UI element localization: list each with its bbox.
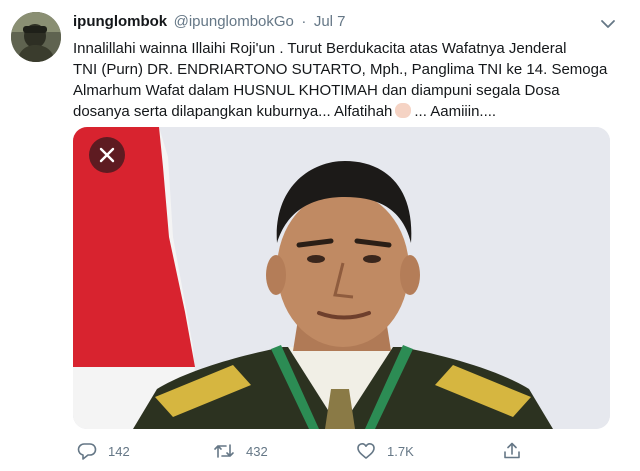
display-name[interactable]: ipunglombok bbox=[73, 13, 167, 30]
reply-icon bbox=[77, 443, 97, 460]
tweet-text-segment: ... Aamiiin.... bbox=[414, 103, 497, 120]
portrait-photo bbox=[73, 127, 610, 429]
close-icon bbox=[99, 147, 115, 163]
retweet-button[interactable]: 432 bbox=[213, 438, 268, 464]
share-icon bbox=[504, 442, 520, 459]
tweet-card[interactable]: ipunglombok @ipunglombokGo · Jul 7 Innal… bbox=[0, 0, 640, 471]
more-options-chevron-icon[interactable] bbox=[598, 15, 618, 33]
reply-count: 142 bbox=[108, 443, 130, 459]
tweet-text: Innalillahi wainna Illaihi Roji'un . Tur… bbox=[73, 38, 618, 122]
user-handle[interactable]: @ipunglombokGo bbox=[174, 13, 294, 30]
share-button[interactable] bbox=[502, 438, 522, 464]
like-count: 1.7K bbox=[387, 443, 414, 459]
tweet-text-line: TNI (Purn) DR. ENDRIARTONO SUTARTO, Mph.… bbox=[73, 61, 608, 78]
tweet-text-line: dosanya serta dilapangkan kuburnya... Al… bbox=[73, 101, 618, 122]
avatar[interactable] bbox=[11, 12, 61, 62]
reply-button[interactable]: 142 bbox=[77, 438, 130, 464]
close-media-button[interactable] bbox=[89, 137, 125, 173]
avatar-image bbox=[11, 12, 61, 62]
retweet-count: 432 bbox=[246, 443, 268, 459]
tweet-text-line: Innalillahi wainna Illaihi Roji'un . Tur… bbox=[73, 40, 567, 57]
tweet-date[interactable]: Jul 7 bbox=[314, 13, 346, 30]
separator-dot: · bbox=[301, 13, 307, 30]
tweet-media-photo[interactable] bbox=[73, 127, 610, 429]
folded-hands-emoji-icon bbox=[395, 103, 412, 118]
tweet-text-segment: dosanya serta dilapangkan kuburnya... Al… bbox=[73, 103, 393, 120]
heart-icon bbox=[357, 443, 375, 459]
tweet-text-line: Almarhum Wafat dalam HUSNUL KHOTIMAH dan… bbox=[73, 82, 560, 99]
like-button[interactable]: 1.7K bbox=[356, 438, 414, 464]
tweet-actions: 142 432 1.7K bbox=[73, 438, 618, 464]
retweet-icon bbox=[214, 444, 234, 458]
tweet-header: ipunglombok @ipunglombokGo · Jul 7 bbox=[73, 13, 618, 35]
